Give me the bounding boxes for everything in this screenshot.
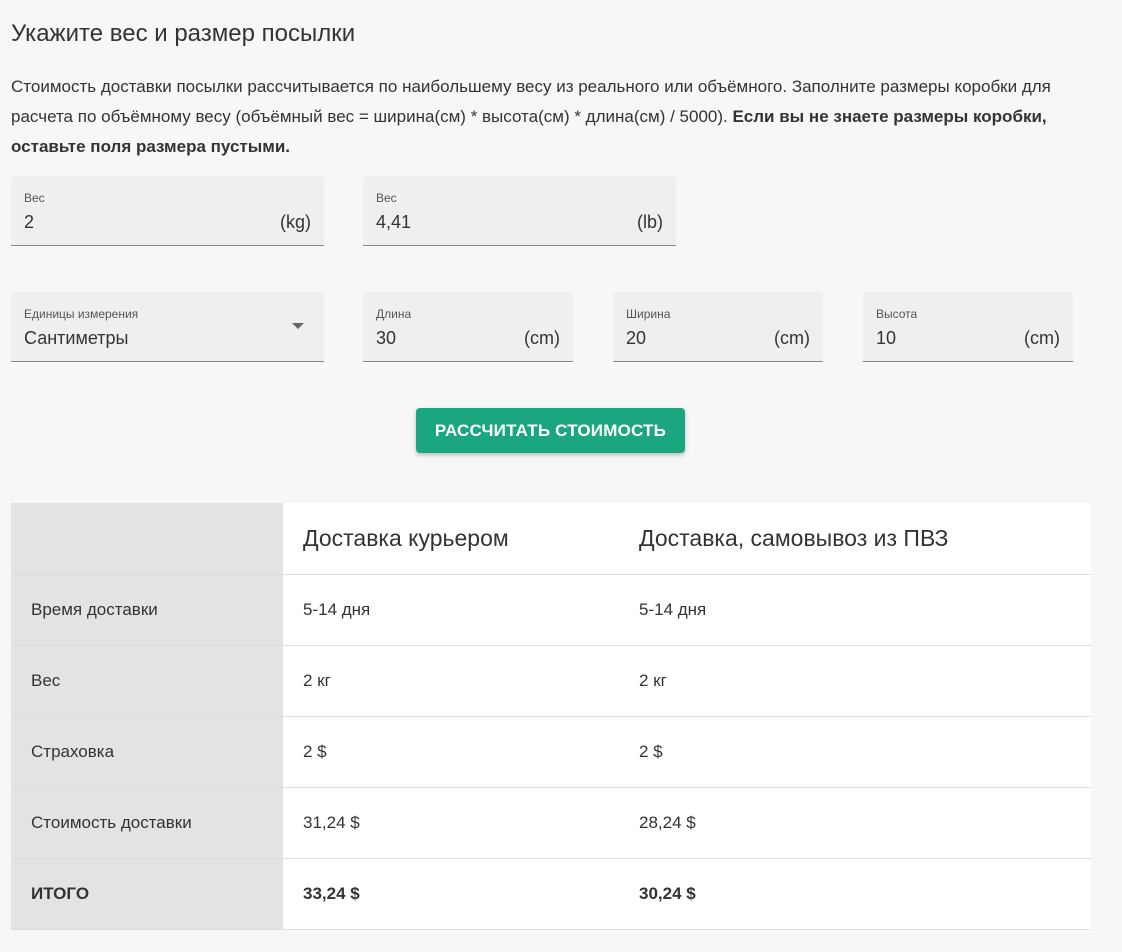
height-field[interactable]: Высота 10 (cm) bbox=[863, 292, 1073, 362]
page-title: Укажите вес и размер посылки bbox=[11, 20, 356, 47]
cell-pickup-delivery-cost: 28,24 $ bbox=[619, 787, 1091, 859]
results-corner-cell bbox=[11, 503, 283, 575]
results-table: Доставка курьером Доставка, самовывоз из… bbox=[11, 503, 1091, 930]
table-row: Вес 2 кг 2 кг bbox=[11, 645, 1091, 717]
row-label-total: ИТОГО bbox=[11, 858, 283, 930]
caret-down-icon[interactable] bbox=[292, 323, 304, 329]
length-unit: (cm) bbox=[524, 328, 560, 348]
width-field[interactable]: Ширина 20 (cm) bbox=[613, 292, 823, 362]
length-input[interactable]: 30 bbox=[376, 328, 396, 349]
cell-courier-insurance: 2 $ bbox=[283, 716, 619, 788]
row-label-delivery-cost: Стоимость доставки bbox=[11, 787, 283, 859]
cell-pickup-weight: 2 кг bbox=[619, 645, 1091, 717]
row-label-delivery-time: Время доставки bbox=[11, 574, 283, 646]
units-select-label: Единицы измерения bbox=[24, 307, 139, 321]
page-description: Стоимость доставки посылки рассчитываетс… bbox=[11, 72, 1081, 162]
weight-kg-input[interactable]: 2 bbox=[24, 212, 34, 233]
width-label: Ширина bbox=[626, 307, 671, 321]
cell-courier-weight: 2 кг bbox=[283, 645, 619, 717]
units-select-value[interactable]: Сантиметры bbox=[24, 328, 128, 349]
width-input[interactable]: 20 bbox=[626, 328, 646, 349]
height-input[interactable]: 10 bbox=[876, 328, 896, 349]
length-label: Длина bbox=[376, 307, 412, 321]
table-row: Стоимость доставки 31,24 $ 28,24 $ bbox=[11, 787, 1091, 859]
column-header-courier: Доставка курьером bbox=[283, 503, 619, 575]
cell-pickup-insurance: 2 $ bbox=[619, 716, 1091, 788]
length-field[interactable]: Длина 30 (cm) bbox=[363, 292, 573, 362]
weight-kg-unit: (kg) bbox=[280, 212, 311, 232]
row-label-weight: Вес bbox=[11, 645, 283, 717]
height-label: Высота bbox=[876, 307, 918, 321]
table-row-total: ИТОГО 33,24 $ 30,24 $ bbox=[11, 858, 1091, 930]
cell-courier-total: 33,24 $ bbox=[283, 858, 619, 930]
cell-pickup-total: 30,24 $ bbox=[619, 858, 1091, 930]
cell-courier-delivery-time: 5-14 дня bbox=[283, 574, 619, 646]
table-row: Страховка 2 $ 2 $ bbox=[11, 716, 1091, 788]
row-label-insurance: Страховка bbox=[11, 716, 283, 788]
units-select[interactable]: Единицы измерения Сантиметры bbox=[11, 292, 324, 362]
weight-lb-input[interactable]: 4,41 bbox=[376, 212, 411, 233]
weight-kg-label: Вес bbox=[24, 191, 45, 205]
weight-lb-label: Вес bbox=[376, 191, 397, 205]
calculate-cost-button[interactable]: РАССЧИТАТЬ СТОИМОСТЬ bbox=[416, 408, 685, 453]
weight-kg-field[interactable]: Вес 2 (kg) bbox=[11, 176, 324, 246]
table-row: Время доставки 5-14 дня 5-14 дня bbox=[11, 574, 1091, 646]
width-unit: (cm) bbox=[774, 328, 810, 348]
cell-pickup-delivery-time: 5-14 дня bbox=[619, 574, 1091, 646]
column-header-pickup: Доставка, самовывоз из ПВЗ bbox=[619, 503, 1091, 575]
cell-courier-delivery-cost: 31,24 $ bbox=[283, 787, 619, 859]
height-unit: (cm) bbox=[1024, 328, 1060, 348]
page: Укажите вес и размер посылки Стоимость д… bbox=[0, 0, 1122, 952]
results-header-row: Доставка курьером Доставка, самовывоз из… bbox=[11, 503, 1091, 575]
weight-lb-field[interactable]: Вес 4,41 (lb) bbox=[363, 176, 676, 246]
weight-lb-unit: (lb) bbox=[637, 212, 663, 232]
